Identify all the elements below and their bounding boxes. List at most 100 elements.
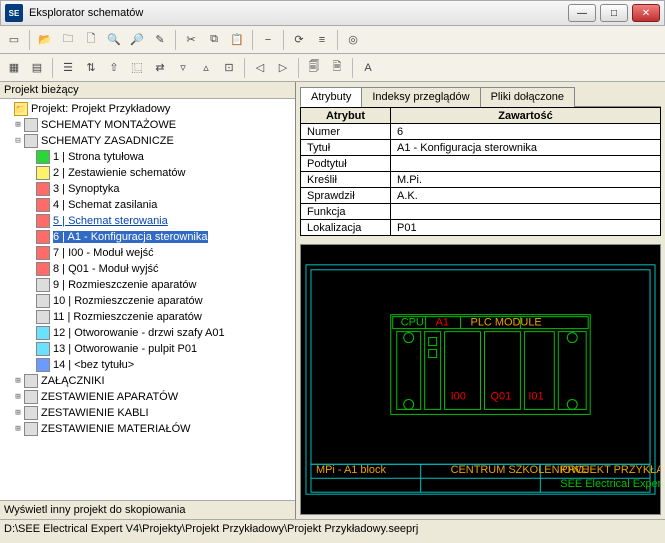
svg-text:I00: I00 <box>451 390 466 402</box>
titlebar: SE Eksplorator schematów — □ ✕ <box>0 0 665 26</box>
folder-icon: 📁 <box>14 102 28 116</box>
svg-text:SEE Electrical Expert: SEE Electrical Expert <box>560 478 660 490</box>
page-icon <box>36 182 50 196</box>
tree-footer[interactable]: Wyświetl inny projekt do skopiowania <box>0 500 295 519</box>
tb2-v3-icon[interactable]: ⊡ <box>219 58 239 78</box>
table-row[interactable]: LokalizacjaP01 <box>301 220 661 236</box>
tb-lines-icon[interactable]: ≡ <box>312 30 332 50</box>
table-row[interactable]: TytułA1 - Konfiguracja sterownika <box>301 140 661 156</box>
tree-header: Projekt bieżący <box>0 82 295 99</box>
tb-paste-icon[interactable]: 📋 <box>227 30 247 50</box>
tree-item[interactable]: 14 | <bez tytułu> <box>2 357 293 373</box>
tree-item[interactable]: 7 | I00 - Moduł wejść <box>2 245 293 261</box>
table-row[interactable]: Numer6 <box>301 124 661 140</box>
tb2-prev-icon[interactable]: ◁ <box>250 58 270 78</box>
separator <box>244 58 245 78</box>
page-icon <box>36 150 50 164</box>
tb2-up-icon[interactable]: ⇧ <box>104 58 124 78</box>
table-row[interactable]: Podtytuł <box>301 156 661 172</box>
tree-item[interactable]: 10 | Rozmieszczenie aparatów <box>2 293 293 309</box>
svg-text:A1: A1 <box>436 317 449 329</box>
tree-group[interactable]: ⊞ZESTAWIENIE MATERIAŁÓW <box>2 421 293 437</box>
window-title: Eksplorator schematów <box>29 7 568 19</box>
tree-root[interactable]: 📁Projekt: Projekt Przykładowy <box>2 101 293 117</box>
tree-group[interactable]: ⊞ZESTAWIENIE KABLI <box>2 405 293 421</box>
tree-item[interactable]: 12 | Otworowanie - drzwi szafy A01 <box>2 325 293 341</box>
tb-page-icon[interactable]: 🗋 <box>81 30 101 50</box>
tb2-v2-icon[interactable]: ▵ <box>196 58 216 78</box>
group-icon <box>24 134 38 148</box>
separator <box>175 30 176 50</box>
table-row[interactable]: Funkcja <box>301 204 661 220</box>
tb-minus-icon[interactable]: − <box>258 30 278 50</box>
tb2-grid2-icon[interactable]: ▤ <box>27 58 47 78</box>
page-icon <box>36 278 50 292</box>
tb2-v1-icon[interactable]: ▿ <box>173 58 193 78</box>
tree-item[interactable]: 9 | Rozmieszczenie aparatów <box>2 277 293 293</box>
tree-item[interactable]: 13 | Otworowanie - pulpit P01 <box>2 341 293 357</box>
tree-item[interactable]: 3 | Synoptyka <box>2 181 293 197</box>
page-icon <box>36 230 50 244</box>
status-bar: D:\SEE Electrical Expert V4\Projekty\Pro… <box>0 519 665 537</box>
tb-open-icon[interactable]: 📂 <box>35 30 55 50</box>
tabs: Atrybuty Indeksy przeglądów Pliki dołącz… <box>300 86 661 107</box>
page-icon <box>36 310 50 324</box>
tree-group[interactable]: ⊞SCHEMATY MONTAŻOWE <box>2 117 293 133</box>
tb-edit-icon[interactable]: ✎ <box>150 30 170 50</box>
tab-attributes[interactable]: Atrybuty <box>300 87 362 107</box>
group-icon <box>24 406 38 420</box>
table-row[interactable]: SprawdziłA.K. <box>301 188 661 204</box>
group-icon <box>24 390 38 404</box>
page-icon <box>36 166 50 180</box>
svg-text:Q01: Q01 <box>490 390 511 402</box>
group-icon <box>24 374 38 388</box>
tb-new-icon[interactable]: ▭ <box>4 30 24 50</box>
tb2-next-icon[interactable]: ▷ <box>273 58 293 78</box>
status-path: D:\SEE Electrical Expert V4\Projekty\Pro… <box>4 523 418 535</box>
details-panel: Atrybuty Indeksy przeglądów Pliki dołącz… <box>296 82 665 519</box>
tree-item[interactable]: 1 | Strona tytułowa <box>2 149 293 165</box>
tb-target-icon[interactable]: ◎ <box>343 30 363 50</box>
tree-item[interactable]: 5 | Schemat sterowania <box>2 213 293 229</box>
tb2-struct-icon[interactable]: ⿺ <box>127 58 147 78</box>
tb2-font-icon[interactable]: A <box>358 58 378 78</box>
tree-item-selected[interactable]: 6 | A1 - Konfiguracja sterownika <box>2 229 293 245</box>
tree-item[interactable]: 4 | Schemat zasilania <box>2 197 293 213</box>
project-tree[interactable]: 📁Projekt: Projekt Przykładowy ⊞SCHEMATY … <box>0 99 295 500</box>
page-icon <box>36 342 50 356</box>
table-row[interactable]: KreśliłM.Pi. <box>301 172 661 188</box>
tb2-doc2-icon[interactable]: 🗎 <box>327 58 347 78</box>
schematic-preview[interactable]: MPi - A1 block CENTRUM SZKOLENIOWE PROJE… <box>300 244 661 515</box>
tree-item[interactable]: 2 | Zestawienie schematów <box>2 165 293 181</box>
tree-item[interactable]: 8 | Q01 - Moduł wyjść <box>2 261 293 277</box>
tb-copy-folder-icon[interactable]: 🗀 <box>58 30 78 50</box>
separator <box>29 30 30 50</box>
tb2-sort-icon[interactable]: ⇅ <box>81 58 101 78</box>
tb2-adjust-icon[interactable]: ⇄ <box>150 58 170 78</box>
svg-text:CPU: CPU <box>401 317 424 329</box>
group-icon <box>24 422 38 436</box>
tb-refresh-icon[interactable]: ⟳ <box>289 30 309 50</box>
tb-copy-icon[interactable]: ⧉ <box>204 30 224 50</box>
group-icon <box>24 118 38 132</box>
tb-find-icon[interactable]: 🔎 <box>127 30 147 50</box>
separator <box>252 30 253 50</box>
tb-cut-icon[interactable]: ✂ <box>181 30 201 50</box>
tab-revisions[interactable]: Indeksy przeglądów <box>361 87 480 107</box>
tree-group[interactable]: ⊞ZAŁĄCZNIKI <box>2 373 293 389</box>
tb2-doc1-icon[interactable]: 🗐 <box>304 58 324 78</box>
tree-group[interactable]: ⊟SCHEMATY ZASADNICZE <box>2 133 293 149</box>
tb-search-icon[interactable]: 🔍 <box>104 30 124 50</box>
tree-item[interactable]: 11 | Rozmieszczenie aparatów <box>2 309 293 325</box>
close-button[interactable]: ✕ <box>632 4 660 22</box>
tree-group[interactable]: ⊞ZESTAWIENIE APARATÓW <box>2 389 293 405</box>
separator <box>352 58 353 78</box>
svg-text:I01: I01 <box>528 390 543 402</box>
page-icon <box>36 214 50 228</box>
maximize-button[interactable]: □ <box>600 4 628 22</box>
tb2-list-icon[interactable]: ☰ <box>58 58 78 78</box>
tb2-grid-icon[interactable]: ▦ <box>4 58 24 78</box>
tab-files[interactable]: Pliki dołączone <box>480 87 575 107</box>
separator <box>298 58 299 78</box>
minimize-button[interactable]: — <box>568 4 596 22</box>
